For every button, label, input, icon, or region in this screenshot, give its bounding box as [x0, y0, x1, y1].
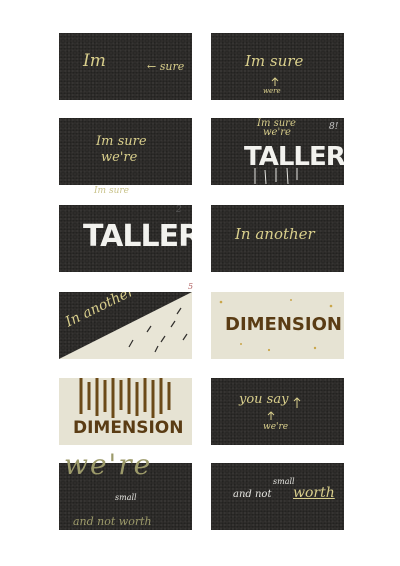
sparkle-decoration — [219, 299, 333, 352]
storyboard-panel-9: DIMENSION — [59, 378, 192, 445]
panel-text-small: small — [115, 493, 137, 502]
storyboard-panel-10: you say we're — [211, 378, 344, 445]
panel-text-sure-arrow: ← sure — [147, 60, 185, 73]
storyboard-panel-7: In another — [59, 292, 192, 359]
panel-text-in-another: In another — [235, 225, 315, 243]
storyboard-sheet: Im ← sure Im sure were Im sure we're Im … — [0, 0, 400, 566]
panel-text-im-sure: Im sure — [96, 134, 147, 149]
sketch-text-were: we're — [64, 448, 153, 481]
panel-text-and-not-worth: and not worth — [73, 515, 152, 528]
storyboard-panel-8: DIMENSION — [211, 292, 344, 359]
sketch-mark-2: 2 — [176, 205, 182, 215]
sketch-text-im-sure: Im sure — [94, 186, 129, 196]
panel-text-worth: worth — [293, 485, 335, 501]
storyboard-panel-2: Im sure were — [211, 33, 344, 100]
sketch-mark-5: 5 — [188, 282, 194, 291]
drip-lines-decoration — [254, 167, 298, 185]
panel-text-dimension: DIMENSION — [73, 418, 184, 438]
storyboard-panel-12: small and not worth — [211, 463, 344, 530]
up-arrow-icon — [271, 77, 279, 86]
storyboard-panel-4: Im sure we're TALLER 8! — [211, 118, 344, 185]
storyboard-panel-3: Im sure we're — [59, 118, 192, 185]
up-arrow-icon — [267, 397, 301, 420]
storyboard-panel-6: In another — [211, 205, 344, 272]
storyboard-panel-5: TALLER — [59, 205, 192, 272]
panel-text-were: we're — [101, 150, 138, 165]
panel-text-and-not: and not — [233, 489, 272, 500]
storyboard-panel-1: Im ← sure — [59, 33, 192, 100]
panel-text-im: Im — [83, 51, 106, 71]
panel-text-small: small — [273, 477, 295, 486]
panel-text-taller: TALLER — [83, 219, 192, 254]
